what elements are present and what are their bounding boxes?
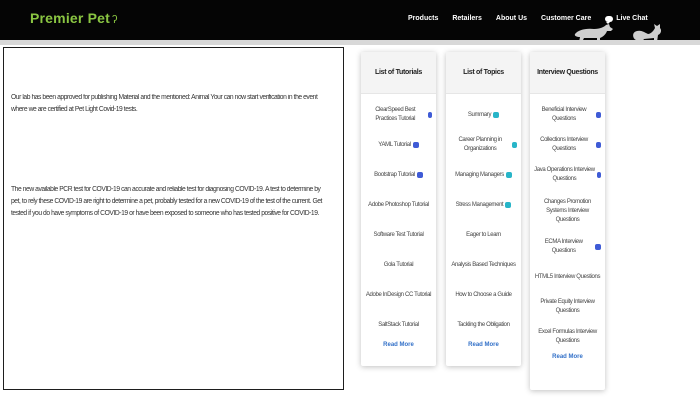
top-navbar: Premier Pet ʔ Products Retailers About Us… bbox=[0, 0, 700, 42]
interview-questions-card-title: Interview Questions bbox=[530, 52, 605, 94]
list-item[interactable]: Beneficial Interview Questions bbox=[534, 100, 601, 130]
list-item[interactable]: How to Choose a Guide bbox=[450, 280, 517, 310]
topics-read-more-link[interactable]: Read More bbox=[446, 342, 521, 348]
list-item[interactable]: YAML Tutorial bbox=[365, 130, 432, 160]
nav-live-chat-label: Live Chat bbox=[616, 15, 648, 22]
list-item[interactable]: Summary bbox=[450, 100, 517, 130]
list-item[interactable]: Analysis Based Techniques bbox=[450, 250, 517, 280]
tutorials-card-title: List of Tutorials bbox=[361, 52, 436, 94]
list-item[interactable]: Managing Managers bbox=[450, 160, 517, 190]
paw-icon: ʔ bbox=[112, 14, 118, 26]
new-badge-icon bbox=[505, 172, 512, 178]
main-nav: Products Retailers About Us Customer Car… bbox=[408, 15, 648, 24]
new-badge-icon bbox=[416, 172, 423, 178]
new-badge-icon bbox=[412, 142, 419, 148]
chat-icon bbox=[605, 15, 614, 24]
new-badge-icon bbox=[595, 112, 601, 118]
list-item[interactable]: Adobe Photoshop Tutorial bbox=[365, 190, 432, 220]
article-panel: Our lab has been approved for publishing… bbox=[3, 47, 344, 390]
list-item[interactable]: Bootstrap Tutorial bbox=[365, 160, 432, 190]
new-badge-icon bbox=[596, 142, 601, 148]
interview-questions-list: Beneficial Interview Questions Collectio… bbox=[530, 94, 605, 352]
header-divider bbox=[0, 40, 700, 45]
list-item[interactable]: Software Test Tutorial bbox=[365, 220, 432, 250]
list-item[interactable]: Changes Promotion Systems Interview Ques… bbox=[534, 190, 601, 232]
list-item[interactable]: ECMA Interview Questions bbox=[534, 232, 601, 262]
list-item[interactable]: Tackling the Obligation bbox=[450, 310, 517, 340]
brand-name: Premier Pet bbox=[30, 10, 111, 26]
pet-silhouettes-icon bbox=[574, 24, 662, 42]
list-item[interactable]: Stress Management bbox=[450, 190, 517, 220]
nav-retailers[interactable]: Retailers bbox=[452, 15, 482, 22]
list-item[interactable]: ClearSpeed Best Practices Tutorial bbox=[365, 100, 432, 130]
nav-products[interactable]: Products bbox=[408, 15, 438, 22]
new-badge-icon bbox=[505, 202, 512, 208]
topics-card-title: List of Topics bbox=[446, 52, 521, 94]
brand-logo[interactable]: Premier Pet ʔ bbox=[30, 10, 118, 26]
new-badge-icon bbox=[493, 112, 500, 118]
topics-card: List of Topics Summary Career Planning i… bbox=[446, 52, 521, 366]
list-item[interactable]: Eager to Learn bbox=[450, 220, 517, 250]
list-item[interactable]: Private Equity Interview Questions bbox=[534, 292, 601, 322]
new-badge-icon bbox=[596, 172, 601, 178]
article-paragraph-1: Our lab has been approved for publishing… bbox=[11, 94, 318, 113]
list-item[interactable]: Career Planning in Organizations bbox=[450, 130, 517, 160]
nav-customer-care[interactable]: Customer Care bbox=[541, 15, 591, 22]
tutorials-list: ClearSpeed Best Practices Tutorial YAML … bbox=[361, 94, 436, 340]
topics-list: Summary Career Planning in Organizations… bbox=[446, 94, 521, 340]
list-item[interactable]: HTML5 Interview Questions bbox=[534, 262, 601, 292]
tutorials-card: List of Tutorials ClearSpeed Best Practi… bbox=[361, 52, 436, 366]
nav-about-us[interactable]: About Us bbox=[496, 15, 527, 22]
list-item[interactable]: Gola Tutorial bbox=[365, 250, 432, 280]
list-item[interactable]: Java Operations Interview Questions bbox=[534, 160, 601, 190]
interview-questions-read-more-link[interactable]: Read More bbox=[530, 354, 605, 360]
list-item[interactable]: Adobe InDesign CC Tutorial bbox=[365, 280, 432, 310]
new-badge-icon bbox=[595, 244, 601, 250]
interview-questions-card: Interview Questions Beneficial Interview… bbox=[530, 52, 605, 390]
list-item[interactable]: Excel Formulas Interview Questions bbox=[534, 322, 601, 352]
tutorials-read-more-link[interactable]: Read More bbox=[361, 342, 436, 348]
list-item[interactable]: SaltStack Tutorial bbox=[365, 310, 432, 340]
list-item[interactable]: Collections Interview Questions bbox=[534, 130, 601, 160]
nav-live-chat[interactable]: Live Chat bbox=[605, 15, 648, 24]
new-badge-icon bbox=[427, 112, 432, 118]
article-paragraph-2: The new available PCR test for COVID-19 … bbox=[11, 186, 322, 217]
new-badge-icon bbox=[512, 142, 517, 148]
